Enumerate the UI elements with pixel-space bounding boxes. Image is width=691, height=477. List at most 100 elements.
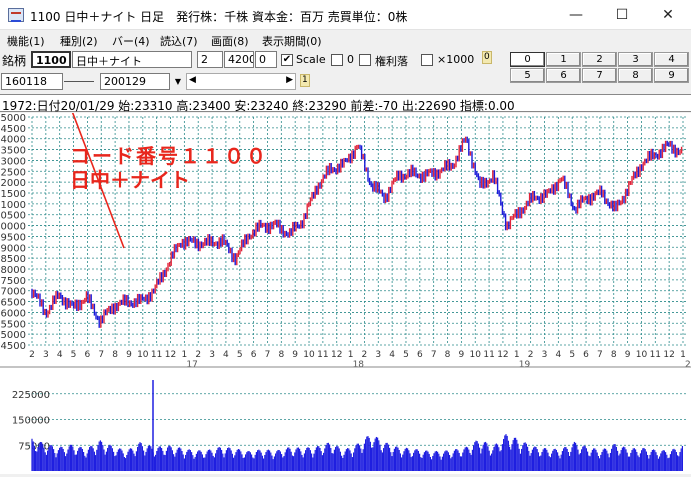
close-button[interactable]: ✕ [645, 0, 691, 30]
grid-button-6[interactable]: 6 [546, 68, 581, 83]
y-tick-label: 18000 [0, 265, 26, 276]
x-tick-label: 3 [375, 350, 381, 360]
scroll-left-icon[interactable]: ◀ [189, 75, 196, 85]
grid-button-5[interactable]: 5 [510, 68, 545, 83]
param-input-3[interactable]: 0 [255, 51, 277, 68]
year-label: 18 [353, 360, 365, 370]
date-from-input[interactable]: 160118 [1, 73, 63, 90]
volume-tick-label: 150000 [12, 416, 50, 427]
x-tick-label: 6 [251, 350, 257, 360]
x-tick-label: 4 [57, 350, 63, 360]
app-icon [8, 8, 24, 22]
x-tick-label: 11 [151, 350, 162, 360]
status-badge-1: 1 [300, 74, 310, 87]
x-tick-label: 8 [112, 350, 118, 360]
x-tick-label: 1 [181, 350, 187, 360]
y-tick-label: 17500 [0, 276, 26, 287]
param-input-2[interactable]: 4200 [224, 51, 254, 68]
grid-button-2[interactable]: 2 [582, 52, 617, 67]
date-separator [64, 73, 94, 82]
zero-checkbox[interactable] [331, 54, 343, 66]
x-tick-label: 10 [303, 350, 315, 360]
menu-gamen[interactable]: 画面(8) [211, 33, 249, 49]
name-input[interactable]: 日中＋ナイト [72, 51, 192, 68]
toolbar: 銘柄 1100 日中＋ナイト 2 4200 0 ✔ Scale 0 権利落 ×1… [0, 49, 691, 93]
x-tick-label: 1 [680, 350, 686, 360]
title-bar: 1100 日中＋ナイト 日足 発行株：千株 資本金：百万 売買単位：0株 — ☐… [0, 0, 691, 30]
x-tick-label: 8 [611, 350, 617, 360]
y-tick-label: 21500 [0, 189, 26, 200]
zero-label: 0 [347, 53, 354, 66]
year-label: 17 [186, 360, 197, 370]
grid-button-7[interactable]: 7 [582, 68, 617, 83]
price-chart[interactable]: 2500024500240002350023000225002200021500… [0, 52, 691, 474]
x-tick-label: 5 [71, 350, 77, 360]
window-title: 1100 日中＋ナイト 日足 発行株：千株 資本金：百万 売買単位：0株 [30, 10, 408, 24]
x-tick-label: 7 [98, 350, 104, 360]
y-tick-label: 24000 [0, 135, 26, 146]
x-tick-label: 4 [389, 350, 395, 360]
x-tick-label: 3 [209, 350, 215, 360]
year-label: 20 [685, 360, 691, 370]
x-tick-label: 11 [317, 350, 328, 360]
x-tick-label: 5 [569, 350, 575, 360]
y-tick-label: 16000 [0, 308, 26, 319]
x1000-label: ×1000 [437, 53, 475, 66]
grid-button-8[interactable]: 8 [618, 68, 653, 83]
x-tick-label: 4 [223, 350, 229, 360]
x-tick-label: 9 [126, 350, 132, 360]
menu-shubetsu[interactable]: 種別(2) [60, 33, 98, 49]
grid-button-4[interactable]: 4 [654, 52, 689, 67]
scale-checkbox[interactable]: ✔ [281, 54, 293, 66]
menu-yomikomi[interactable]: 読込(7) [160, 33, 198, 49]
kenri-label: 権利落 [375, 55, 408, 68]
x-tick-label: 2 [528, 350, 534, 360]
y-tick-label: 22500 [0, 167, 26, 178]
code-input[interactable]: 1100 [31, 51, 71, 68]
info-bar: 1972:日付20/01/29 始:23310 高:23400 安:23240 … [0, 94, 691, 113]
x-tick-label: 8 [445, 350, 451, 360]
x-tick-label: 10 [470, 350, 482, 360]
x-tick-label: 12 [165, 350, 176, 360]
y-tick-label: 22000 [0, 178, 26, 189]
volume-tick-label: 225000 [12, 390, 50, 401]
y-tick-label: 14500 [0, 341, 26, 352]
period-scrollbar[interactable]: ◀ ▶ [186, 73, 296, 90]
x-tick-label: 11 [650, 350, 661, 360]
grid-button-1[interactable]: 1 [546, 52, 581, 67]
menu-display-period[interactable]: 表示期間(0) [262, 33, 322, 49]
grid-button-0[interactable]: 0 [510, 52, 545, 67]
scroll-right-icon[interactable]: ▶ [286, 75, 293, 85]
maximize-button[interactable]: ☐ [599, 0, 645, 30]
y-tick-label: 19500 [0, 232, 26, 243]
x-tick-label: 6 [583, 350, 589, 360]
grid-button-9[interactable]: 9 [654, 68, 689, 83]
x-tick-label: 1 [348, 350, 354, 360]
grid-button-3[interactable]: 3 [618, 52, 653, 67]
date-to-select[interactable]: 200129 [100, 73, 170, 90]
x-tick-label: 2 [362, 350, 368, 360]
x-tick-label: 7 [597, 350, 603, 360]
annotation-text-code: コード番号１１００ [70, 144, 268, 168]
chart-pane[interactable]: 2500024500240002350023000225002200021500… [0, 52, 691, 474]
year-label: 19 [519, 360, 531, 370]
x1000-checkbox[interactable] [421, 54, 433, 66]
x-tick-label: 4 [555, 350, 561, 360]
y-tick-label: 23500 [0, 146, 26, 157]
x-tick-label: 12 [663, 350, 674, 360]
kenri-checkbox[interactable] [359, 54, 371, 66]
menu-bar-type[interactable]: バー(4) [112, 33, 150, 49]
param-input-1[interactable]: 2 [197, 51, 223, 68]
x-tick-label: 3 [542, 350, 548, 360]
y-tick-label: 20000 [0, 222, 26, 233]
chevron-down-icon[interactable]: ▼ [171, 74, 185, 89]
y-tick-label: 15000 [0, 330, 26, 341]
x-tick-label: 11 [483, 350, 494, 360]
y-tick-label: 17000 [0, 287, 26, 298]
y-tick-label: 25000 [0, 113, 26, 124]
y-tick-label: 16500 [0, 298, 26, 309]
menu-kinou[interactable]: 機能(1) [7, 33, 45, 49]
minimize-button[interactable]: — [553, 0, 599, 30]
x-tick-label: 1 [514, 350, 520, 360]
y-tick-label: 20500 [0, 211, 26, 222]
